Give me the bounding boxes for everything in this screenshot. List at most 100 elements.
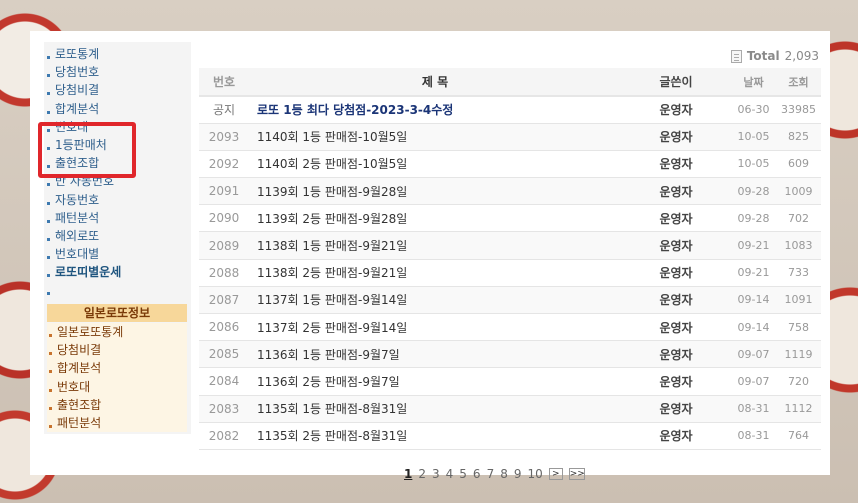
notice-writer[interactable]: 운영자: [621, 96, 731, 124]
japan-menu-item-label: 출현조합: [57, 397, 102, 412]
sidebar-item[interactable]: 로또띠별운세: [44, 263, 191, 281]
page-link[interactable]: 2: [418, 467, 426, 481]
sidebar-item[interactable]: 자동번호: [44, 191, 191, 209]
table-row: 2082 1135회 2등 판매점-8월31일 운영자 08-31 764: [199, 422, 821, 450]
japan-menu-item[interactable]: 패턴분석: [47, 414, 187, 432]
post-writer[interactable]: 운영자: [621, 204, 731, 233]
post-title-link[interactable]: 1137회 1등 판매점-9월14일: [249, 286, 621, 315]
japan-menu-item[interactable]: 합계분석: [47, 359, 187, 377]
post-views: 720: [776, 367, 821, 396]
page-link[interactable]: 6: [473, 467, 481, 481]
next-page-button[interactable]: >: [548, 468, 563, 480]
post-title-link[interactable]: 1136회 2등 판매점-9월7일: [249, 367, 621, 396]
post-date: 09-21: [731, 259, 776, 287]
page-current[interactable]: 1: [404, 467, 412, 481]
post-writer[interactable]: 운영자: [621, 367, 731, 396]
japan-menu-item[interactable]: 출현조합: [47, 396, 187, 414]
notice-title-link[interactable]: 로또 1등 최다 당첨점-2023-3-4수정: [249, 96, 621, 124]
post-title-link[interactable]: 1135회 1등 판매점-8월31일: [249, 395, 621, 423]
post-title-link[interactable]: 1138회 2등 판매점-9월21일: [249, 259, 621, 287]
bullet-icon: [49, 352, 52, 356]
sidebar-item[interactable]: 합계분석: [44, 100, 191, 118]
sidebar-item-label: 로또띠별운세: [55, 265, 122, 280]
total-value: 2,093: [784, 49, 819, 63]
post-title-link[interactable]: 1136회 1등 판매점-9월7일: [249, 340, 621, 369]
sidebar-item[interactable]: [44, 281, 191, 299]
sidebar-item[interactable]: 당첨비결: [44, 81, 191, 99]
col-date-header[interactable]: 날짜: [731, 68, 776, 97]
page-link[interactable]: 9: [514, 467, 522, 481]
japan-menu-item[interactable]: 일본로또통계: [47, 323, 187, 341]
bullet-icon: [49, 406, 52, 410]
col-num-header[interactable]: 번호: [199, 68, 249, 97]
sidebar-item[interactable]: 해외로또: [44, 227, 191, 245]
sidebar-item[interactable]: 패턴분석: [44, 209, 191, 227]
post-writer[interactable]: 운영자: [621, 422, 731, 450]
col-views-header[interactable]: 조회: [776, 68, 821, 97]
post-title-link[interactable]: 1137회 2등 판매점-9월14일: [249, 313, 621, 342]
post-title-link[interactable]: 1138회 1등 판매점-9월21일: [249, 231, 621, 260]
sidebar-item-label: 해외로또: [55, 228, 100, 243]
post-title-link[interactable]: 1140회 1등 판매점-10월5일: [249, 123, 621, 151]
post-writer[interactable]: 운영자: [621, 259, 731, 287]
page-link[interactable]: 5: [459, 467, 467, 481]
post-number: 2092: [199, 150, 249, 179]
bullet-icon: [47, 237, 50, 241]
post-number: 2084: [199, 367, 249, 396]
table-header-row: 번호 제 목 글쓴이 날짜 조회: [199, 68, 821, 97]
japan-menu-item-label: 패턴분석: [57, 415, 102, 430]
post-number: 2091: [199, 177, 249, 206]
table-row: 2089 1138회 1등 판매점-9월21일 운영자 09-21 1083: [199, 231, 821, 260]
post-writer[interactable]: 운영자: [621, 286, 731, 315]
post-title-link[interactable]: 1135회 2등 판매점-8월31일: [249, 422, 621, 450]
post-writer[interactable]: 운영자: [621, 150, 731, 179]
post-date: 08-31: [731, 422, 776, 450]
table-row: 2086 1137회 2등 판매점-9월14일 운영자 09-14 758: [199, 313, 821, 342]
post-date: 09-28: [731, 204, 776, 233]
post-writer[interactable]: 운영자: [621, 177, 731, 206]
last-page-button[interactable]: >>: [568, 468, 585, 480]
post-number: 2083: [199, 395, 249, 423]
post-number: 2085: [199, 340, 249, 369]
post-date: 09-07: [731, 367, 776, 396]
col-title-header[interactable]: 제 목: [249, 68, 621, 97]
sidebar-item[interactable]: 로또통계: [44, 45, 191, 63]
page-link[interactable]: 10: [527, 467, 542, 481]
table-row: 2084 1136회 2등 판매점-9월7일 운영자 09-07 720: [199, 367, 821, 396]
post-title-link[interactable]: 1140회 2등 판매점-10월5일: [249, 150, 621, 179]
page-link[interactable]: 4: [446, 467, 454, 481]
japan-menu-item-label: 합계분석: [57, 361, 102, 376]
page-link[interactable]: 3: [432, 467, 440, 481]
post-number: 2082: [199, 422, 249, 450]
post-date: 09-21: [731, 231, 776, 260]
japan-menu-item[interactable]: 당첨비결: [47, 341, 187, 359]
post-writer[interactable]: 운영자: [621, 395, 731, 423]
post-writer[interactable]: 운영자: [621, 340, 731, 369]
page-link[interactable]: 8: [500, 467, 508, 481]
post-date: 09-28: [731, 177, 776, 206]
sidebar-item-label: 로또통계: [55, 47, 100, 61]
col-writer-header[interactable]: 글쓴이: [621, 68, 731, 97]
bullet-icon: [49, 334, 52, 337]
table-row: 2085 1136회 1등 판매점-9월7일 운영자 09-07 1119: [199, 340, 821, 369]
post-views: 1083: [776, 231, 821, 260]
post-title-link[interactable]: 1139회 2등 판매점-9월28일: [249, 204, 621, 233]
post-date: 08-31: [731, 395, 776, 423]
japan-menu-item[interactable]: 번호대: [47, 378, 187, 396]
total-count: Total 2,093: [730, 49, 819, 63]
post-writer[interactable]: 운영자: [621, 313, 731, 342]
bullet-icon: [47, 92, 50, 96]
sidebar-item-label: 패턴분석: [55, 210, 100, 225]
sidebar: 로또통계 당첨번호 당첨비결 합계분석 번호대 1등판매처 출현조합 반 자동번호 자동번호 패턴…: [44, 42, 191, 434]
page-link[interactable]: 7: [487, 467, 495, 481]
highlight-annotation-box: [38, 122, 136, 178]
post-views: 1119: [776, 340, 821, 369]
post-title-link[interactable]: 1139회 1등 판매점-9월28일: [249, 177, 621, 206]
post-writer[interactable]: 운영자: [621, 231, 731, 260]
board-table: 번호 제 목 글쓴이 날짜 조회 공지 로또 1등 최다 당첨점-2023-3-…: [199, 68, 821, 450]
post-writer[interactable]: 운영자: [621, 123, 731, 151]
sidebar-item[interactable]: 번호대별: [44, 245, 191, 263]
sidebar-item[interactable]: 당첨번호: [44, 63, 191, 81]
table-row: 2087 1137회 1등 판매점-9월14일 운영자 09-14 1091: [199, 286, 821, 315]
post-date: 09-14: [731, 286, 776, 315]
